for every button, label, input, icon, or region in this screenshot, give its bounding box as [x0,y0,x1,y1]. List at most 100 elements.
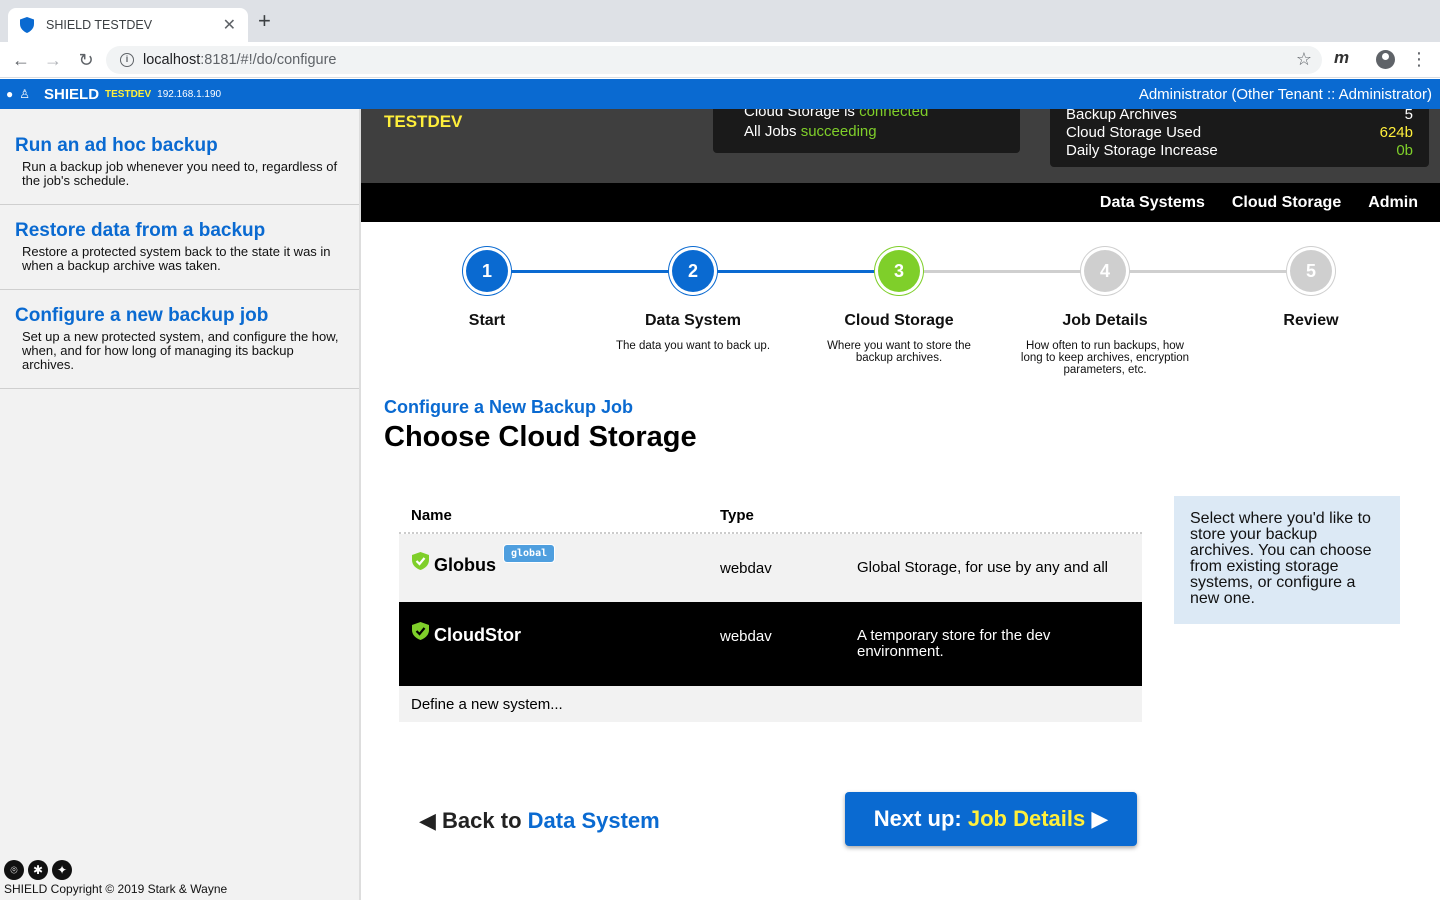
storage-desc: Global Storage, for use by any and all [857,559,1108,576]
profile-icon[interactable] [1376,50,1395,69]
jobs-health-label: All Jobs [744,123,801,140]
storage-type: webdav [720,560,772,577]
stat-backup-archives: Backup Archives 5 [1066,109,1413,123]
step-number: 2 [672,250,714,292]
sidebar-item-adhoc-backup[interactable]: Run an ad hoc backup Run a backup job wh… [0,109,359,205]
storage-health-status: connected [859,109,929,120]
extension-m-icon[interactable]: m [1334,48,1349,68]
browser-tabstrip: SHIELD TESTDEV ✕ + [0,0,1440,42]
hint-box: Select where you'd like to store your ba… [1174,496,1400,624]
twitter-icon[interactable]: ✦ [52,860,72,880]
step-desc: The data you want to back up. [615,340,771,352]
stat-label: Daily Storage Increase [1066,142,1218,159]
close-icon[interactable]: ✕ [223,15,236,35]
back-target: Data System [527,808,660,833]
nav-cloud-storage[interactable]: Cloud Storage [1232,194,1341,212]
sidebar-item-title[interactable]: Configure a new backup job [15,305,344,327]
github-icon[interactable]: ⌾ [4,860,24,880]
global-badge: global [504,545,555,562]
jobs-health-status: succeeding [800,123,877,140]
shield-check-icon [412,552,429,570]
wizard-progress: 1 Start 2 Data System The data you want … [384,250,1416,380]
stat-value: 0b [1396,142,1413,159]
wizard-step-cloud-storage[interactable]: 3 Cloud Storage Where you want to store … [796,250,1002,364]
column-header-name: Name [411,507,452,524]
step-number: 3 [878,250,920,292]
step-label: Review [1283,312,1339,329]
back-prefix: Back to [442,808,528,833]
nav-admin[interactable]: Admin [1368,194,1418,212]
app-header: ● ♙ SHIELD TESTDEV 192.168.1.190 Adminis… [0,79,1440,109]
table-row[interactable]: Globus global webdav Global Storage, for… [399,534,1142,602]
shield-check-icon [412,622,429,640]
sidebar-item-title[interactable]: Restore data from a backup [15,220,344,242]
sidebar-footer: ⌾ ✱ ✦ SHIELD Copyright © 2019 Stark & Wa… [4,860,227,896]
column-header-type: Type [720,507,754,524]
step-desc: How often to run backups, how long to ke… [1020,340,1190,376]
storage-health: Cloud Storage is connected [744,109,928,120]
bookmark-star-icon[interactable]: ☆ [1296,49,1312,70]
apple-icon: ● [6,87,14,101]
step-label: Data System [644,312,742,329]
tenant-name: TESTDEV [384,112,463,131]
next-button[interactable]: Next up: Job Details ▶ [845,792,1137,846]
tab-title: SHIELD TESTDEV [46,18,153,32]
info-icon[interactable]: i [120,53,134,67]
url-host: localhost [143,52,201,68]
sidebar-item-desc: Set up a new protected system, and confi… [22,329,339,372]
sidebar: Run an ad hoc backup Run a backup job wh… [0,109,361,900]
sidebar-item-desc: Run a backup job whenever you need to, r… [22,159,338,188]
stats-header: TESTDEV Cloud Storage is connected All J… [361,109,1440,183]
step-number: 4 [1084,250,1126,292]
nav-data-systems[interactable]: Data Systems [1100,194,1205,212]
table-row-selected[interactable]: CloudStor webdav A temporary store for t… [399,602,1142,686]
sidebar-item-configure[interactable]: Configure a new backup job Set up a new … [0,290,359,389]
wizard-step-start[interactable]: 1 Start [384,250,590,330]
next-target: Job Details [967,806,1086,831]
left-triangle-icon: ◀ [419,808,436,833]
user-menu[interactable]: Administrator (Other Tenant :: Administr… [1139,86,1432,103]
storage-name: CloudStor [434,625,521,645]
menu-kebab-icon[interactable]: ⋮ [1410,47,1428,71]
copyright: SHIELD Copyright © 2019 Stark & Wayne [4,882,228,896]
slack-icon[interactable]: ✱ [28,860,48,880]
storage-name: Globus [434,555,496,575]
browser-tab[interactable]: SHIELD TESTDEV ✕ [8,8,248,42]
stat-label: Cloud Storage Used [1066,124,1202,141]
sidebar-item-title[interactable]: Run an ad hoc backup [15,135,344,157]
browser-toolbar: ← → ↻ i localhost :8181/#!/do/configure … [0,42,1440,78]
define-new-system-row[interactable]: Define a new system... [399,686,1142,722]
brand-name: SHIELD [44,85,100,103]
shield-icon [20,17,34,33]
wizard-step-review[interactable]: 5 Review [1208,250,1414,330]
storage-table: Name Type Globus global webdav Global St… [399,498,1142,722]
table-header: Name Type [399,498,1142,534]
step-number: 5 [1290,250,1332,292]
forward-arrow-icon[interactable]: → [42,49,64,71]
environment-label: TESTDEV [105,88,152,100]
storage-panel: Backup Archives 5 Cloud Storage Used 624… [1050,109,1429,167]
linux-icon: ♙ [19,87,31,101]
wizard-step-data-system[interactable]: 2 Data System The data you want to back … [590,250,796,352]
address-bar[interactable]: i localhost :8181/#!/do/configure ☆ [106,46,1322,74]
step-label: Job Details [1062,312,1148,329]
wizard-step-job-details[interactable]: 4 Job Details How often to run backups, … [1002,250,1208,376]
step-desc: Where you want to store the backup archi… [827,340,971,364]
right-triangle-icon: ▶ [1091,806,1109,831]
sidebar-item-restore[interactable]: Restore data from a backup Restore a pro… [0,205,359,290]
stat-value: 5 [1404,109,1413,123]
sidebar-item-desc: Restore a protected system back to the s… [22,244,331,273]
step-number: 1 [466,250,508,292]
health-panel: Cloud Storage is connected All Jobs succ… [713,109,1020,153]
back-arrow-icon[interactable]: ← [10,49,32,71]
step-label: Start [468,312,506,329]
stat-value: 624b [1379,124,1413,141]
stat-storage-used: Cloud Storage Used 624b [1066,124,1413,141]
reload-icon[interactable]: ↻ [75,49,97,71]
step-label: Cloud Storage [844,312,954,329]
top-nav: Data Systems Cloud Storage Admin [361,183,1440,222]
page-title: Choose Cloud Storage [384,421,697,453]
new-tab-button[interactable]: + [258,10,271,32]
stat-daily-increase: Daily Storage Increase 0b [1066,142,1413,159]
back-button[interactable]: ◀ Back to Data System [419,808,660,834]
